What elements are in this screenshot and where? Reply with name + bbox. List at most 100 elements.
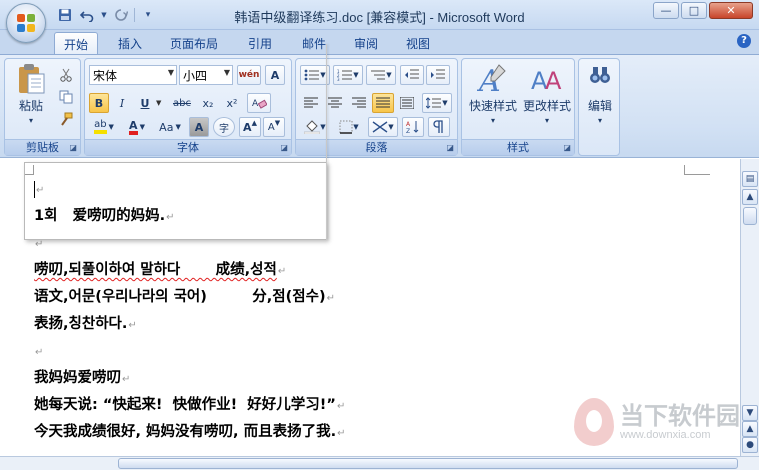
- doc-line[interactable]: 唠叨,되풀이하여 말하다 成绩,성적↵: [34, 257, 734, 284]
- line-spacing-button[interactable]: ▼: [422, 93, 452, 113]
- show-marks-button[interactable]: [428, 117, 450, 137]
- distributed-button[interactable]: [396, 93, 418, 113]
- help-icon[interactable]: ?: [737, 34, 751, 48]
- tab-review[interactable]: 审阅: [344, 32, 388, 54]
- change-styles-button[interactable]: AA 更改样式 ▾: [520, 63, 574, 125]
- font-size-value: 小四: [183, 69, 208, 83]
- strikethrough-button[interactable]: abc: [169, 93, 195, 113]
- grow-font-button[interactable]: A ▲: [239, 117, 261, 137]
- styles-launcher-icon[interactable]: ◪: [563, 143, 571, 152]
- char-shading-button[interactable]: A: [189, 117, 209, 137]
- doc-line[interactable]: 1회 爱唠叨的妈妈.↵: [34, 203, 734, 230]
- font-name-dropdown-icon[interactable]: ▼: [168, 68, 174, 77]
- highlight-label: ab: [94, 120, 107, 134]
- phonetic-guide-button[interactable]: wén: [237, 65, 261, 85]
- bullet-list-icon: [304, 69, 320, 81]
- tab-insert[interactable]: 插入: [108, 32, 152, 54]
- tab-references[interactable]: 引用: [238, 32, 282, 54]
- eraser-icon: A: [252, 99, 267, 109]
- underline-dropdown-icon[interactable]: ▼: [156, 99, 161, 107]
- vertical-scroll-thumb[interactable]: [743, 207, 757, 225]
- copy-button[interactable]: [57, 87, 75, 107]
- multilevel-list-button[interactable]: ▼: [366, 65, 396, 85]
- font-color-button[interactable]: A ▼: [123, 117, 151, 137]
- minimize-button[interactable]: —: [653, 2, 679, 19]
- tab-page-layout[interactable]: 页面布局: [162, 32, 226, 54]
- justify-button[interactable]: [372, 93, 394, 113]
- margin-corner-right: [684, 165, 710, 175]
- dropdown-panel-edge: [326, 44, 327, 240]
- increase-indent-button[interactable]: [426, 65, 450, 85]
- paragraph-group: ▼ 1 2 3 ▼ ▼ ▼ ▼ ▼ ▼ AZ 段落 ◪: [295, 58, 458, 156]
- paragraph-group-label: 段落: [296, 139, 457, 155]
- cut-button[interactable]: [57, 65, 75, 85]
- char-border-button[interactable]: A: [265, 65, 285, 85]
- doc-line[interactable]: ↵: [34, 230, 734, 257]
- horizontal-scrollbar[interactable]: [0, 456, 759, 470]
- office-logo-icon: [17, 14, 35, 32]
- doc-line-text: 今天我成绩很好, 妈妈没有唠叨, 而且表扬了我.: [34, 424, 337, 440]
- underline-button[interactable]: U: [135, 93, 155, 113]
- horizontal-scroll-thumb[interactable]: [118, 458, 738, 469]
- borders-button[interactable]: ▼: [334, 117, 364, 137]
- close-button[interactable]: ✕: [709, 2, 753, 19]
- tab-home[interactable]: 开始: [54, 32, 98, 54]
- italic-button[interactable]: I: [112, 93, 132, 113]
- scroll-up-icon[interactable]: ▲: [742, 189, 758, 205]
- prev-page-icon[interactable]: ▲: [742, 421, 758, 437]
- font-size-dropdown-icon[interactable]: ▼: [224, 68, 230, 77]
- paragraph-launcher-icon[interactable]: ◪: [446, 143, 454, 152]
- font-name-combo[interactable]: 宋体 ▼: [89, 65, 177, 85]
- scroll-down-icon[interactable]: ▼: [742, 405, 758, 421]
- superscript-button[interactable]: x²: [221, 93, 243, 113]
- editing-button[interactable]: 编辑 ▾: [581, 65, 619, 125]
- ribbon-tabs: 开始 插入 页面布局 引用 邮件 审阅 视图 ?: [0, 30, 759, 54]
- vertical-scrollbar[interactable]: ▤ ▲ ▼ ▲ ●: [740, 159, 759, 456]
- format-painter-button[interactable]: [57, 109, 75, 129]
- asian-layout-button[interactable]: ▼: [368, 117, 398, 137]
- paste-icon: [19, 64, 45, 94]
- paste-button[interactable]: 粘贴 ▾: [11, 63, 51, 125]
- editing-dropdown-icon: ▾: [597, 116, 602, 125]
- doc-line[interactable]: 语文,어문(우리나라의 국어) 分,점(점수)↵: [34, 284, 734, 311]
- doc-line[interactable]: 表扬,칭찬하다.↵: [34, 311, 734, 338]
- maximize-button[interactable]: □: [681, 2, 707, 19]
- quick-styles-icon: A: [477, 64, 506, 95]
- font-color-dropdown-icon[interactable]: ▼: [140, 123, 145, 131]
- quick-styles-button[interactable]: A 快速样式 ▾: [466, 63, 520, 125]
- paragraph-mark-icon: [433, 120, 443, 133]
- tab-view[interactable]: 视图: [396, 32, 440, 54]
- change-case-dropdown-icon[interactable]: ▼: [175, 123, 180, 131]
- subscript-button[interactable]: x₂: [197, 93, 219, 113]
- align-left-button[interactable]: [300, 93, 322, 113]
- bold-button[interactable]: B: [89, 93, 109, 113]
- change-styles-dropdown-icon: ▾: [544, 116, 549, 125]
- font-launcher-icon[interactable]: ◪: [280, 143, 288, 152]
- window-title: 韩语中级翻译练习.doc [兼容模式] - Microsoft Word: [234, 10, 525, 25]
- ruler-toggle-icon[interactable]: ▤: [742, 171, 758, 187]
- sort-icon: AZ: [406, 121, 419, 134]
- clipboard-launcher-icon[interactable]: ◪: [69, 143, 77, 152]
- svg-text:Z: Z: [406, 128, 410, 134]
- shrink-font-button[interactable]: A ▼: [263, 117, 285, 137]
- binoculars-icon: [590, 67, 610, 83]
- office-button[interactable]: [6, 3, 46, 43]
- align-center-button[interactable]: [324, 93, 346, 113]
- enclose-char-button[interactable]: 字: [213, 117, 235, 137]
- doc-line[interactable]: 我妈妈爱唠叨↵: [34, 365, 734, 392]
- highlight-button[interactable]: ab ▼: [89, 117, 119, 137]
- numbering-button[interactable]: 1 2 3 ▼: [333, 65, 363, 85]
- doc-line[interactable]: ↵: [34, 338, 734, 365]
- font-size-combo[interactable]: 小四 ▼: [179, 65, 233, 85]
- change-styles-label: 更改样式: [522, 99, 571, 113]
- tab-mailings[interactable]: 邮件: [292, 32, 336, 54]
- doc-line-text: 我妈妈爱唠叨: [34, 370, 121, 386]
- clear-formatting-button[interactable]: A: [247, 93, 271, 113]
- highlight-dropdown-icon[interactable]: ▼: [109, 123, 114, 131]
- decrease-indent-button[interactable]: [400, 65, 424, 85]
- browse-object-icon[interactable]: ●: [742, 437, 758, 453]
- doc-line[interactable]: ↵: [34, 176, 734, 203]
- align-right-button[interactable]: [348, 93, 370, 113]
- sort-button[interactable]: AZ: [402, 117, 424, 137]
- change-case-button[interactable]: Aa ▼: [155, 117, 185, 137]
